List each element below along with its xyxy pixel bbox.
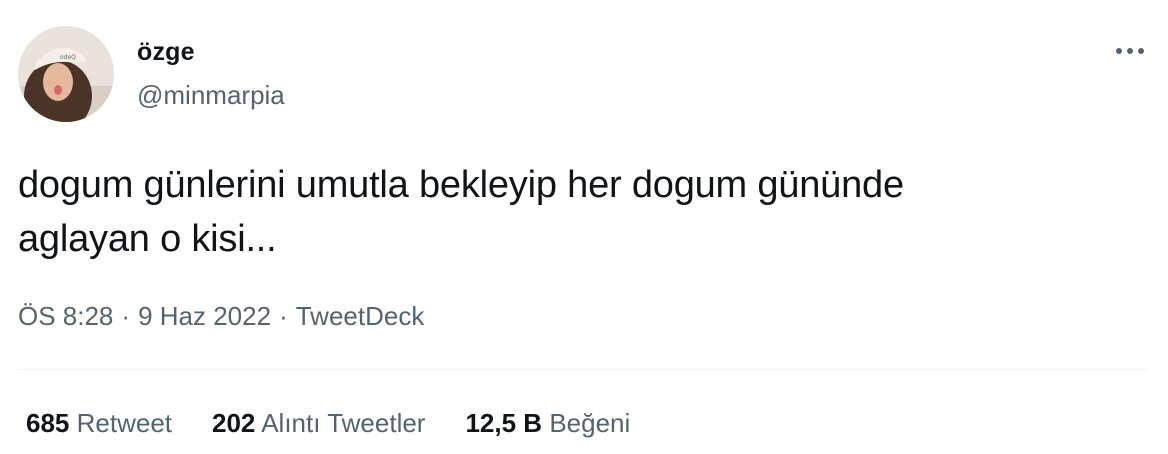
tweet-text: dogum günlerini umutla bekleyip her dogu… xyxy=(18,158,1138,266)
divider xyxy=(18,369,1148,370)
svg-text:odeQ: odeQ xyxy=(60,54,76,61)
tweet-meta: ÖS 8:28 · 9 Haz 2022 · TweetDeck xyxy=(18,301,424,332)
likes-label: Beğeni xyxy=(549,408,631,438)
likes-stat[interactable]: 12,5 B Beğeni xyxy=(465,408,630,439)
quotes-stat[interactable]: 202 Alıntı Tweetler xyxy=(212,408,425,439)
retweets-count: 685 xyxy=(26,408,70,438)
tweet-time[interactable]: ÖS 8:28 xyxy=(18,301,113,331)
quotes-count: 202 xyxy=(212,408,256,438)
retweets-stat[interactable]: 685 Retweet xyxy=(26,408,172,439)
tweet-text-line: dogum günlerini umutla bekleyip her dogu… xyxy=(18,164,904,206)
tweet-stats: 685 Retweet 202 Alıntı Tweetler 12,5 B B… xyxy=(26,408,630,439)
author-handle[interactable]: @minmarpia xyxy=(137,80,285,111)
more-options-button[interactable] xyxy=(1112,38,1148,64)
meta-separator: · xyxy=(121,301,131,331)
tweet-source[interactable]: TweetDeck xyxy=(296,301,425,331)
avatar[interactable]: odeQ xyxy=(18,26,114,122)
retweets-label: Retweet xyxy=(76,408,173,438)
author-name[interactable]: özge xyxy=(137,38,195,67)
tweet-card: odeQ özge @minmarpia dogum günlerini umu… xyxy=(0,0,1168,454)
more-horizontal-icon xyxy=(1116,48,1144,54)
tweet-text-line: aglayan o kisi... xyxy=(18,218,277,260)
quotes-label: Alıntı Tweetler xyxy=(261,408,426,438)
meta-separator: · xyxy=(279,301,288,331)
likes-count: 12,5 B xyxy=(465,408,543,438)
tweet-date[interactable]: 9 Haz 2022 xyxy=(138,301,271,331)
